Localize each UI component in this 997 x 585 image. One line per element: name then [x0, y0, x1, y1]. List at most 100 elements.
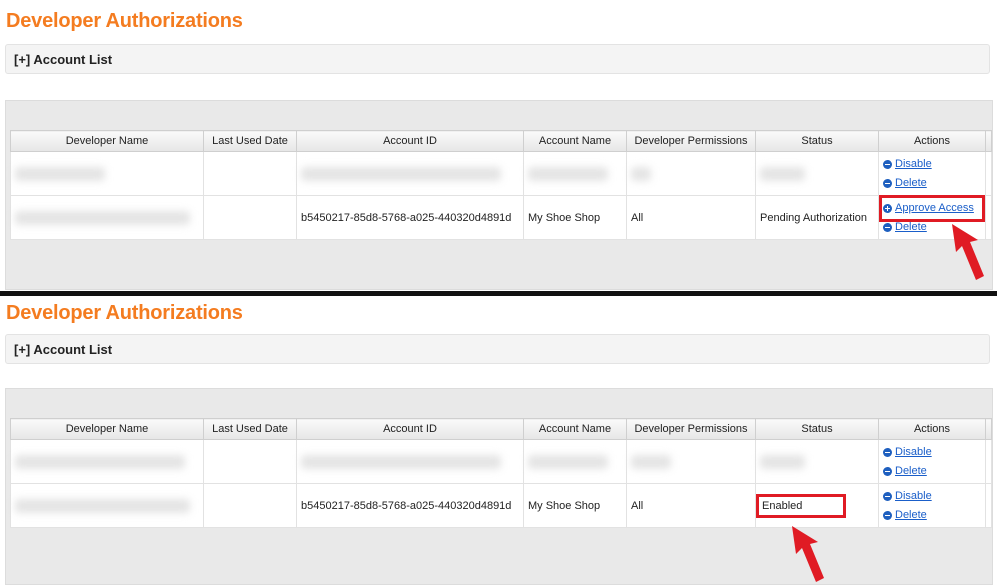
- status-cell: [755, 439, 879, 484]
- col-last-used-date[interactable]: Last Used Date: [203, 418, 297, 440]
- delete-link[interactable]: Delete: [883, 506, 981, 525]
- col-last-used-date[interactable]: Last Used Date: [203, 130, 297, 152]
- disable-link[interactable]: Disable: [883, 487, 981, 506]
- redacted-account-name: [528, 166, 608, 181]
- redacted-name: [15, 166, 105, 181]
- col-developer-permissions[interactable]: Developer Permissions: [626, 418, 756, 440]
- status-cell: Enabled: [755, 483, 879, 528]
- developer-name-cell: [10, 151, 204, 196]
- redacted-name: [15, 210, 190, 225]
- account-list-toggle[interactable]: [+] Account List: [5, 44, 990, 74]
- col-account-id[interactable]: Account ID: [296, 418, 524, 440]
- col-status[interactable]: Status: [755, 418, 879, 440]
- col-account-id[interactable]: Account ID: [296, 130, 524, 152]
- col-actions: Actions: [878, 418, 986, 440]
- redacted-account-name: [528, 454, 608, 469]
- account-id-cell: b5450217-85d8-5768-a025-440320d4891d: [296, 195, 524, 240]
- last-used-cell: [203, 439, 297, 484]
- col-account-name[interactable]: Account Name: [523, 418, 627, 440]
- account-name-cell: My Shoe Shop: [523, 483, 627, 528]
- last-used-cell: [203, 151, 297, 196]
- account-list-toggle[interactable]: [+] Account List: [5, 334, 990, 364]
- disable-label[interactable]: Disable: [895, 158, 932, 170]
- table-row: Disable Delete: [10, 151, 992, 196]
- section-divider: [0, 291, 997, 296]
- redacted-account-id: [301, 454, 501, 469]
- developer-name-cell: [10, 483, 204, 528]
- delete-link[interactable]: Delete: [883, 174, 981, 193]
- status-enabled-badge: Enabled: [755, 493, 847, 518]
- col-spacer: [985, 130, 992, 152]
- minus-circle-icon: [883, 159, 892, 169]
- table-row: b5450217-85d8-5768-a025-440320d4891d My …: [10, 483, 992, 528]
- col-status[interactable]: Status: [755, 130, 879, 152]
- col-account-name[interactable]: Account Name: [523, 130, 627, 152]
- minus-circle-icon: [883, 447, 892, 457]
- account-list-label[interactable]: [+] Account List: [14, 52, 112, 67]
- disable-link[interactable]: Disable: [883, 443, 981, 462]
- account-id-cell: b5450217-85d8-5768-a025-440320d4891d: [296, 483, 524, 528]
- permissions-cell: [626, 151, 756, 196]
- actions-cell: Disable Delete: [878, 151, 986, 196]
- minus-circle-icon: [883, 466, 892, 476]
- disable-label[interactable]: Disable: [895, 446, 932, 458]
- account-name-cell: My Shoe Shop: [523, 195, 627, 240]
- disable-link[interactable]: Disable: [883, 155, 981, 174]
- redacted-status: [760, 166, 805, 181]
- actions-cell: Disable Delete: [878, 439, 986, 484]
- minus-circle-icon: [883, 222, 892, 232]
- developer-name-cell: [10, 195, 204, 240]
- col-developer-name[interactable]: Developer Name: [10, 130, 204, 152]
- authorizations-panel: Developer Name Last Used Date Account ID…: [5, 100, 993, 290]
- account-name-cell: [523, 151, 627, 196]
- table-header-row: Developer Name Last Used Date Account ID…: [10, 418, 992, 440]
- redacted-status: [760, 454, 805, 469]
- delete-label[interactable]: Delete: [895, 177, 927, 189]
- red-arrow-icon: [792, 526, 824, 582]
- last-used-cell: [203, 195, 297, 240]
- developer-name-cell: [10, 439, 204, 484]
- red-arrow-icon: [952, 224, 984, 280]
- col-actions: Actions: [878, 130, 986, 152]
- redacted-name: [15, 498, 190, 513]
- approve-access-link[interactable]: Approve Access: [879, 194, 985, 222]
- table-header-row: Developer Name Last Used Date Account ID…: [10, 130, 992, 152]
- redacted-permissions: [631, 454, 671, 469]
- status-cell: [755, 151, 879, 196]
- authorizations-table: Developer Name Last Used Date Account ID…: [10, 130, 992, 240]
- delete-link[interactable]: Delete: [883, 462, 981, 481]
- delete-label[interactable]: Delete: [895, 509, 927, 521]
- account-id-cell: [296, 439, 524, 484]
- page-title: Developer Authorizations: [6, 10, 243, 32]
- auth-section-after: Developer Authorizations [+] Account Lis…: [0, 298, 997, 585]
- status-cell: Pending Authorization: [755, 195, 879, 240]
- account-list-label[interactable]: [+] Account List: [14, 342, 112, 357]
- permissions-cell: All: [626, 195, 756, 240]
- last-used-cell: [203, 483, 297, 528]
- col-spacer: [985, 418, 992, 440]
- col-developer-name[interactable]: Developer Name: [10, 418, 204, 440]
- table-row: b5450217-85d8-5768-a025-440320d4891d My …: [10, 194, 992, 240]
- account-name-cell: [523, 439, 627, 484]
- redacted-permissions: [631, 166, 651, 181]
- redacted-account-id: [301, 166, 501, 181]
- permissions-cell: All: [626, 483, 756, 528]
- auth-section-before: Developer Authorizations [+] Account Lis…: [0, 0, 997, 292]
- minus-circle-icon: [883, 491, 892, 501]
- delete-label[interactable]: Delete: [895, 221, 927, 233]
- permissions-cell: [626, 439, 756, 484]
- authorizations-panel: Developer Name Last Used Date Account ID…: [5, 388, 993, 585]
- col-developer-permissions[interactable]: Developer Permissions: [626, 130, 756, 152]
- actions-cell: Disable Delete: [878, 483, 986, 528]
- authorizations-table: Developer Name Last Used Date Account ID…: [10, 418, 992, 528]
- approve-access-label[interactable]: Approve Access: [895, 202, 974, 214]
- redacted-name: [15, 454, 185, 469]
- disable-label[interactable]: Disable: [895, 490, 932, 502]
- delete-label[interactable]: Delete: [895, 465, 927, 477]
- account-id-cell: [296, 151, 524, 196]
- plus-circle-icon: [883, 203, 892, 213]
- page-title: Developer Authorizations: [6, 302, 243, 324]
- minus-circle-icon: [883, 178, 892, 188]
- table-row: Disable Delete: [10, 439, 992, 484]
- minus-circle-icon: [883, 510, 892, 520]
